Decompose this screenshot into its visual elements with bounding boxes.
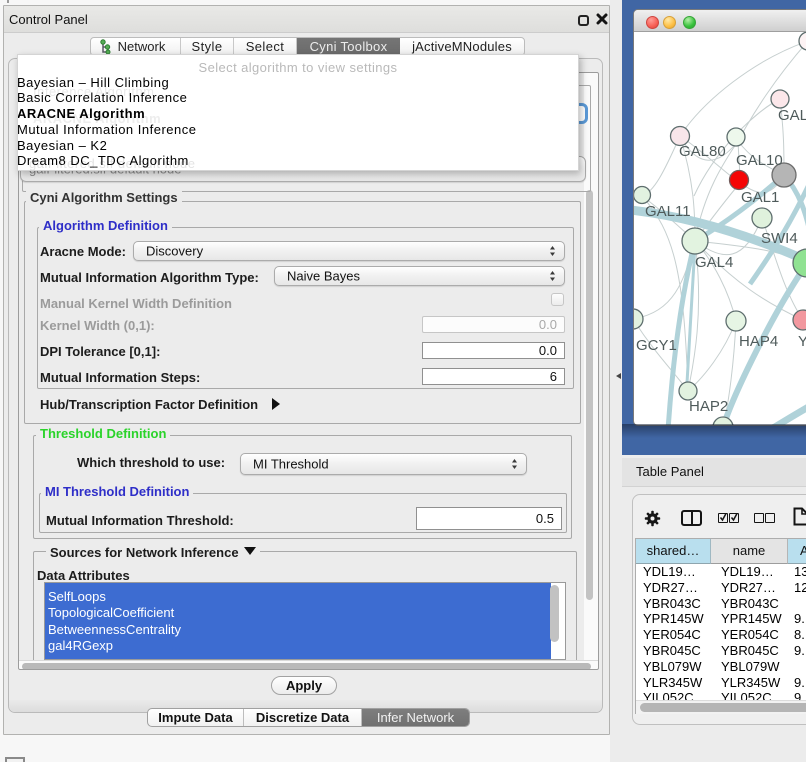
svg-text:HAP4: HAP4 [739, 333, 778, 350]
svg-text:GAL1: GAL1 [741, 189, 779, 206]
svg-text:GCY1: GCY1 [636, 337, 677, 354]
svg-text:GAL10: GAL10 [736, 152, 783, 169]
svg-text:GAL80: GAL80 [679, 143, 726, 160]
svg-text:GAL7: GAL7 [778, 107, 806, 124]
svg-text:GAL4: GAL4 [695, 254, 733, 271]
svg-text:YM: YM [798, 333, 806, 350]
svg-text:SWI4: SWI4 [761, 230, 798, 247]
svg-text:GAL11: GAL11 [645, 203, 691, 220]
svg-text:HAP2: HAP2 [689, 398, 728, 415]
